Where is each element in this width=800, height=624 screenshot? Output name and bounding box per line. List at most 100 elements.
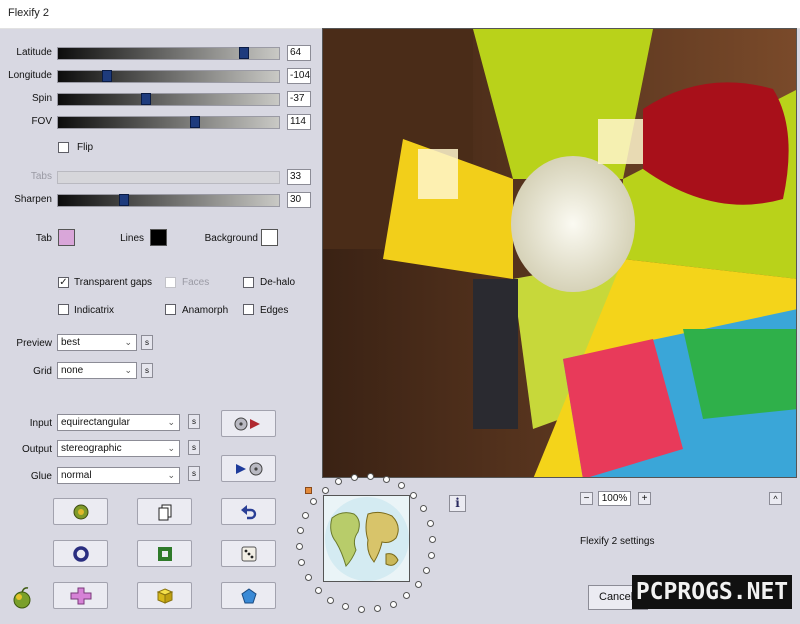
input-save-button[interactable]: s <box>188 414 200 429</box>
preview-render <box>323 29 796 477</box>
disc-play-icon <box>234 417 260 430</box>
play-output-button[interactable] <box>221 455 276 482</box>
spin-value[interactable]: -37 <box>287 91 311 107</box>
ring-button[interactable] <box>53 540 108 567</box>
background-color-label: Background <box>204 233 258 244</box>
orientation-dot[interactable] <box>350 473 358 481</box>
anamorph-checkbox[interactable] <box>165 304 176 315</box>
sharpen-value[interactable]: 30 <box>287 192 311 208</box>
tab-color-swatch[interactable] <box>58 229 75 246</box>
zoom-in-button[interactable]: + <box>638 492 651 505</box>
input-value: equirectangular <box>61 417 130 428</box>
slider-thumb[interactable] <box>190 116 201 128</box>
globe-thumbnail[interactable] <box>323 495 410 582</box>
longitude-label: Longitude <box>8 70 52 81</box>
landscape-icon <box>73 504 88 519</box>
slider-thumb[interactable] <box>238 47 249 59</box>
frame-button[interactable] <box>137 540 192 567</box>
chevron-down-icon: ⌄ <box>167 470 175 480</box>
slider-thumb[interactable] <box>119 194 130 206</box>
edges-label: Edges <box>260 305 289 316</box>
background-color-swatch[interactable] <box>261 229 278 246</box>
glue-select[interactable]: normal ⌄ <box>57 467 180 484</box>
cross-shape-icon <box>70 587 91 604</box>
flip-label: Flip <box>77 142 94 153</box>
sharpen-label: Sharpen <box>14 194 52 205</box>
info-button[interactable]: i <box>449 495 466 512</box>
play-input-button[interactable] <box>221 410 276 437</box>
fov-value[interactable]: 114 <box>287 114 311 130</box>
orientation-dot[interactable] <box>321 486 329 494</box>
orientation-dot[interactable] <box>295 543 303 551</box>
slider-thumb[interactable] <box>141 93 152 105</box>
indicatrix-checkbox[interactable] <box>58 304 69 315</box>
latitude-value[interactable]: 64 <box>287 45 311 61</box>
grid-value: none <box>61 365 84 376</box>
glue-label: Glue <box>30 471 52 482</box>
lines-color-swatch[interactable] <box>150 229 167 246</box>
preview-image[interactable] <box>322 28 797 478</box>
de-halo-checkbox[interactable] <box>243 277 254 288</box>
faces-label: Faces <box>182 277 210 288</box>
transparent-gaps-label: Transparent gaps <box>74 277 153 288</box>
longitude-slider[interactable] <box>57 70 280 83</box>
flip-checkbox[interactable] <box>58 142 69 153</box>
copy-icon <box>158 504 171 520</box>
faces-checkbox <box>165 277 176 288</box>
filter-logo <box>10 586 34 610</box>
edges-checkbox[interactable] <box>243 304 254 315</box>
latitude-slider[interactable] <box>57 47 280 60</box>
undo-button[interactable] <box>221 498 276 525</box>
fov-slider[interactable] <box>57 116 280 129</box>
zoom-out-button[interactable]: − <box>580 492 593 505</box>
chevron-down-icon: ⌄ <box>167 417 175 427</box>
copy-button[interactable] <box>137 498 192 525</box>
transparent-gaps-checkbox[interactable]: ✓ <box>58 277 69 288</box>
pentagon-button[interactable] <box>221 582 276 609</box>
anamorph-label: Anamorph <box>182 305 229 316</box>
grid-select[interactable]: none ⌄ <box>57 362 137 379</box>
grid-save-button[interactable]: s <box>141 363 153 378</box>
orientation-dot[interactable] <box>304 573 312 581</box>
play-disc-icon <box>235 462 262 475</box>
preview-select[interactable]: best ⌄ <box>57 334 137 351</box>
orientation-dot[interactable] <box>366 472 374 480</box>
input-select[interactable]: equirectangular ⌄ <box>57 414 180 431</box>
longitude-value[interactable]: -104 <box>287 68 311 84</box>
title-bar: Flexify 2 <box>0 0 800 29</box>
globe-marker[interactable] <box>305 487 312 494</box>
orientation-dot[interactable] <box>389 600 397 608</box>
orientation-dot[interactable] <box>314 586 322 594</box>
chevron-down-icon: ⌄ <box>124 337 132 347</box>
input-label: Input <box>29 418 52 429</box>
orientation-dot[interactable] <box>301 511 309 519</box>
cross-shape-button[interactable] <box>53 582 108 609</box>
random-button[interactable] <box>221 540 276 567</box>
spin-slider[interactable] <box>57 93 280 106</box>
zoom-level[interactable]: 100% <box>598 491 631 506</box>
indicatrix-label: Indicatrix <box>74 305 115 316</box>
tabs-value[interactable]: 33 <box>287 169 311 185</box>
collapse-button[interactable]: ^ <box>769 492 782 505</box>
slider-thumb[interactable] <box>101 70 112 82</box>
sharpen-slider[interactable] <box>57 194 280 207</box>
tabs-label: Tabs <box>30 171 52 182</box>
orientation-dot[interactable] <box>426 519 434 527</box>
undo-icon <box>240 504 256 519</box>
gallery-button[interactable] <box>53 498 108 525</box>
glue-value: normal <box>61 470 92 481</box>
watermark: PCPROGS.NET <box>632 575 792 609</box>
orientation-dot[interactable] <box>310 497 318 505</box>
orientation-dot[interactable] <box>397 482 405 490</box>
output-select[interactable]: stereographic ⌄ <box>57 440 180 457</box>
glue-save-button[interactable]: s <box>188 466 200 481</box>
fov-label: FOV <box>31 116 52 127</box>
cube-button[interactable] <box>137 582 192 609</box>
preview-save-button[interactable]: s <box>141 335 153 350</box>
orientation-dot[interactable] <box>296 527 304 534</box>
spin-label: Spin <box>31 93 52 104</box>
orientation-dot[interactable] <box>382 475 390 483</box>
lines-color-label: Lines <box>120 233 144 244</box>
output-save-button[interactable]: s <box>188 440 200 455</box>
latitude-label: Latitude <box>16 47 52 58</box>
